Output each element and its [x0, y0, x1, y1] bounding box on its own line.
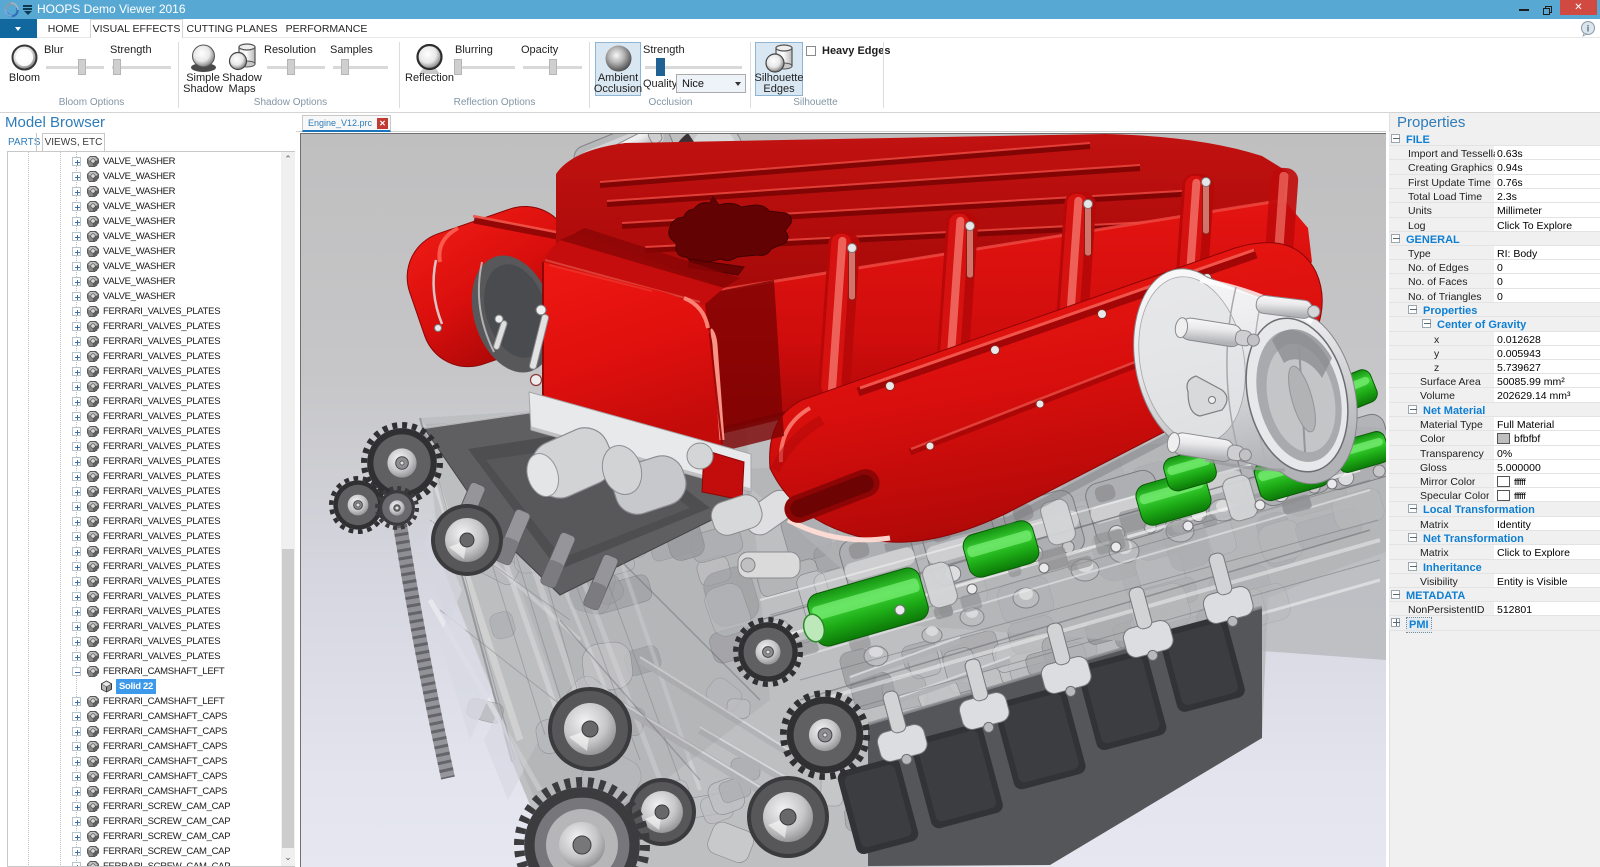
- svg-text:i: i: [1587, 24, 1590, 34]
